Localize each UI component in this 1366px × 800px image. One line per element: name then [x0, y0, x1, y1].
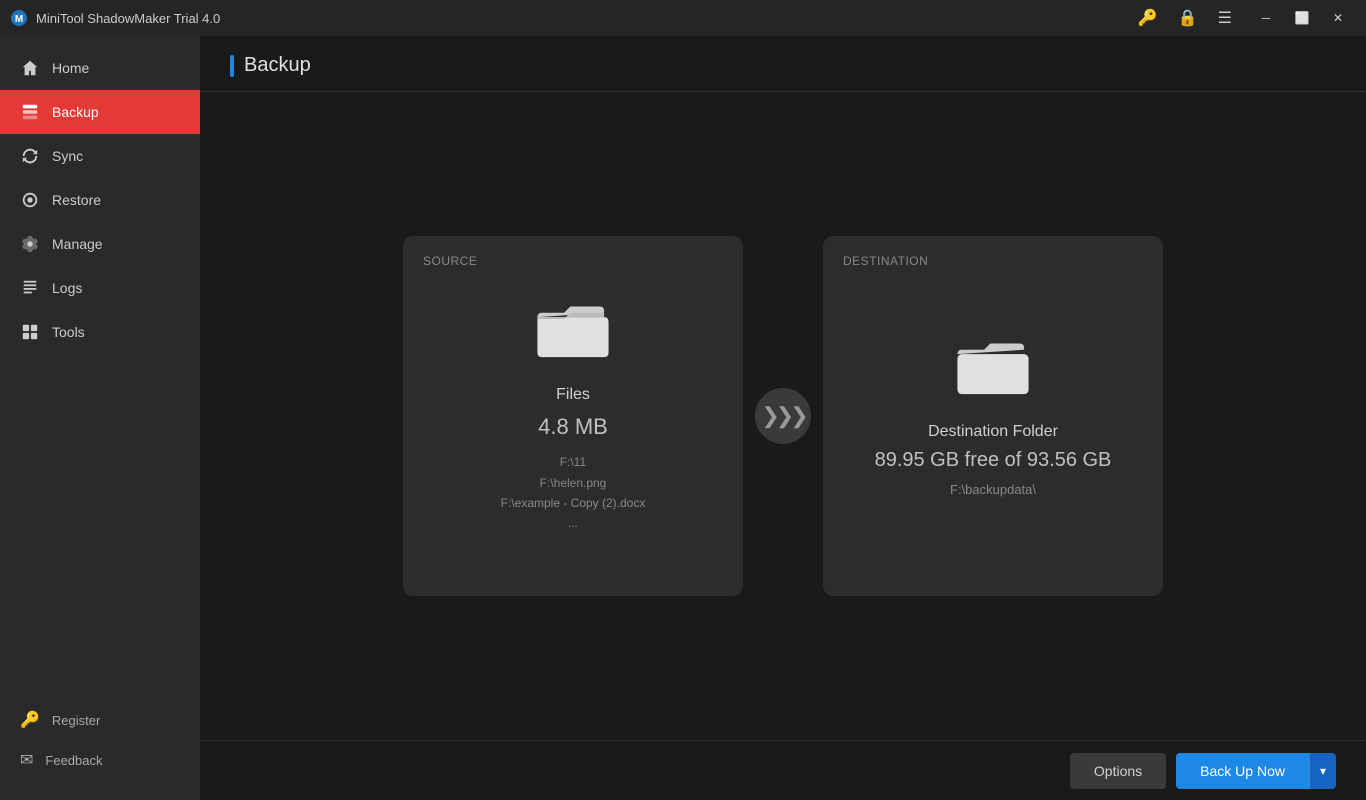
- sidebar-item-restore[interactable]: Restore: [0, 178, 200, 222]
- sidebar-item-sync-label: Sync: [52, 148, 83, 164]
- restore-icon: [20, 190, 40, 210]
- destination-path: F:\backupdata\: [950, 482, 1036, 497]
- sidebar-item-feedback[interactable]: ✉ Feedback: [0, 740, 200, 780]
- sidebar-item-sync[interactable]: Sync: [0, 134, 200, 178]
- backup-content: SOURCE Files 4.8 MB F:\11 F:\helen.: [200, 92, 1366, 740]
- chevron-right-icon: ❯❯❯: [761, 403, 804, 429]
- maximize-button[interactable]: ⬜: [1284, 0, 1320, 36]
- sidebar-item-restore-label: Restore: [52, 192, 101, 208]
- tools-icon: [20, 322, 40, 342]
- source-size: 4.8 MB: [538, 414, 608, 440]
- footer-bar: Options Back Up Now ▾: [200, 740, 1366, 800]
- destination-type-label: Destination Folder: [928, 423, 1058, 441]
- window-controls: ─ ⬜ ✕: [1248, 0, 1356, 36]
- manage-icon: [20, 234, 40, 254]
- backup-icon: [20, 102, 40, 122]
- menu-icon[interactable]: ☰: [1214, 6, 1236, 30]
- logs-icon: [20, 278, 40, 298]
- arrow-icon: ❯❯❯: [755, 388, 811, 444]
- home-icon: [20, 58, 40, 78]
- destination-label: DESTINATION: [843, 254, 928, 268]
- sidebar-item-home[interactable]: Home: [0, 46, 200, 90]
- backup-now-group: Back Up Now ▾: [1176, 753, 1336, 789]
- sidebar-item-logs-label: Logs: [52, 280, 82, 296]
- main-content: Backup SOURCE Files 4.8 M: [200, 36, 1366, 800]
- mail-icon: ✉: [20, 750, 33, 770]
- sidebar-item-tools[interactable]: Tools: [0, 310, 200, 354]
- feedback-label: Feedback: [45, 753, 102, 768]
- source-file-2: F:\helen.png: [501, 473, 646, 493]
- sidebar-item-logs[interactable]: Logs: [0, 266, 200, 310]
- destination-card[interactable]: DESTINATION Destination Folder 89.95 GB …: [823, 236, 1163, 596]
- nav-items: Home Backup Sync: [0, 36, 200, 690]
- key-icon[interactable]: 🔑: [1134, 6, 1162, 30]
- source-label: SOURCE: [423, 254, 477, 268]
- sync-icon: [20, 146, 40, 166]
- backup-now-button[interactable]: Back Up Now: [1176, 753, 1309, 789]
- sidebar-item-backup[interactable]: Backup: [0, 90, 200, 134]
- minimize-button[interactable]: ─: [1248, 0, 1284, 36]
- source-files: F:\11 F:\helen.png F:\example - Copy (2)…: [501, 452, 646, 534]
- source-file-1: F:\11: [501, 452, 646, 472]
- source-file-ellipsis: ...: [501, 513, 646, 533]
- app-layout: Home Backup Sync: [0, 36, 1366, 800]
- destination-folder-icon: [953, 335, 1033, 405]
- app-title: MiniTool ShadowMaker Trial 4.0: [36, 11, 1134, 26]
- header-accent: [230, 55, 234, 77]
- close-button[interactable]: ✕: [1320, 0, 1356, 36]
- sidebar-bottom: 🔑 Register ✉ Feedback: [0, 690, 200, 800]
- register-label: Register: [52, 713, 100, 728]
- key-icon: 🔑: [20, 710, 40, 730]
- page-header: Backup: [200, 36, 1366, 92]
- sidebar-item-backup-label: Backup: [52, 104, 99, 120]
- source-folder-icon: [533, 298, 613, 368]
- sidebar-item-register[interactable]: 🔑 Register: [0, 700, 200, 740]
- source-type-label: Files: [556, 386, 590, 404]
- app-logo: M: [10, 9, 28, 27]
- sidebar-item-manage-label: Manage: [52, 236, 103, 252]
- source-card[interactable]: SOURCE Files 4.8 MB F:\11 F:\helen.: [403, 236, 743, 596]
- backup-now-dropdown-button[interactable]: ▾: [1309, 753, 1336, 789]
- sidebar: Home Backup Sync: [0, 36, 200, 800]
- lock-icon[interactable]: 🔒: [1174, 6, 1202, 30]
- chevron-down-icon: ▾: [1320, 764, 1326, 778]
- titlebar: M MiniTool ShadowMaker Trial 4.0 🔑 🔒 ☰ ─…: [0, 0, 1366, 36]
- arrow-connector: ❯❯❯: [743, 388, 823, 444]
- svg-text:M: M: [15, 14, 23, 25]
- destination-free-size: 89.95 GB free of 93.56 GB: [875, 449, 1112, 472]
- options-button[interactable]: Options: [1070, 753, 1166, 789]
- source-file-3: F:\example - Copy (2).docx: [501, 493, 646, 513]
- page-title: Backup: [244, 54, 311, 77]
- sidebar-item-tools-label: Tools: [52, 324, 85, 340]
- title-actions: 🔑 🔒 ☰: [1134, 6, 1236, 30]
- sidebar-item-manage[interactable]: Manage: [0, 222, 200, 266]
- sidebar-item-home-label: Home: [52, 60, 89, 76]
